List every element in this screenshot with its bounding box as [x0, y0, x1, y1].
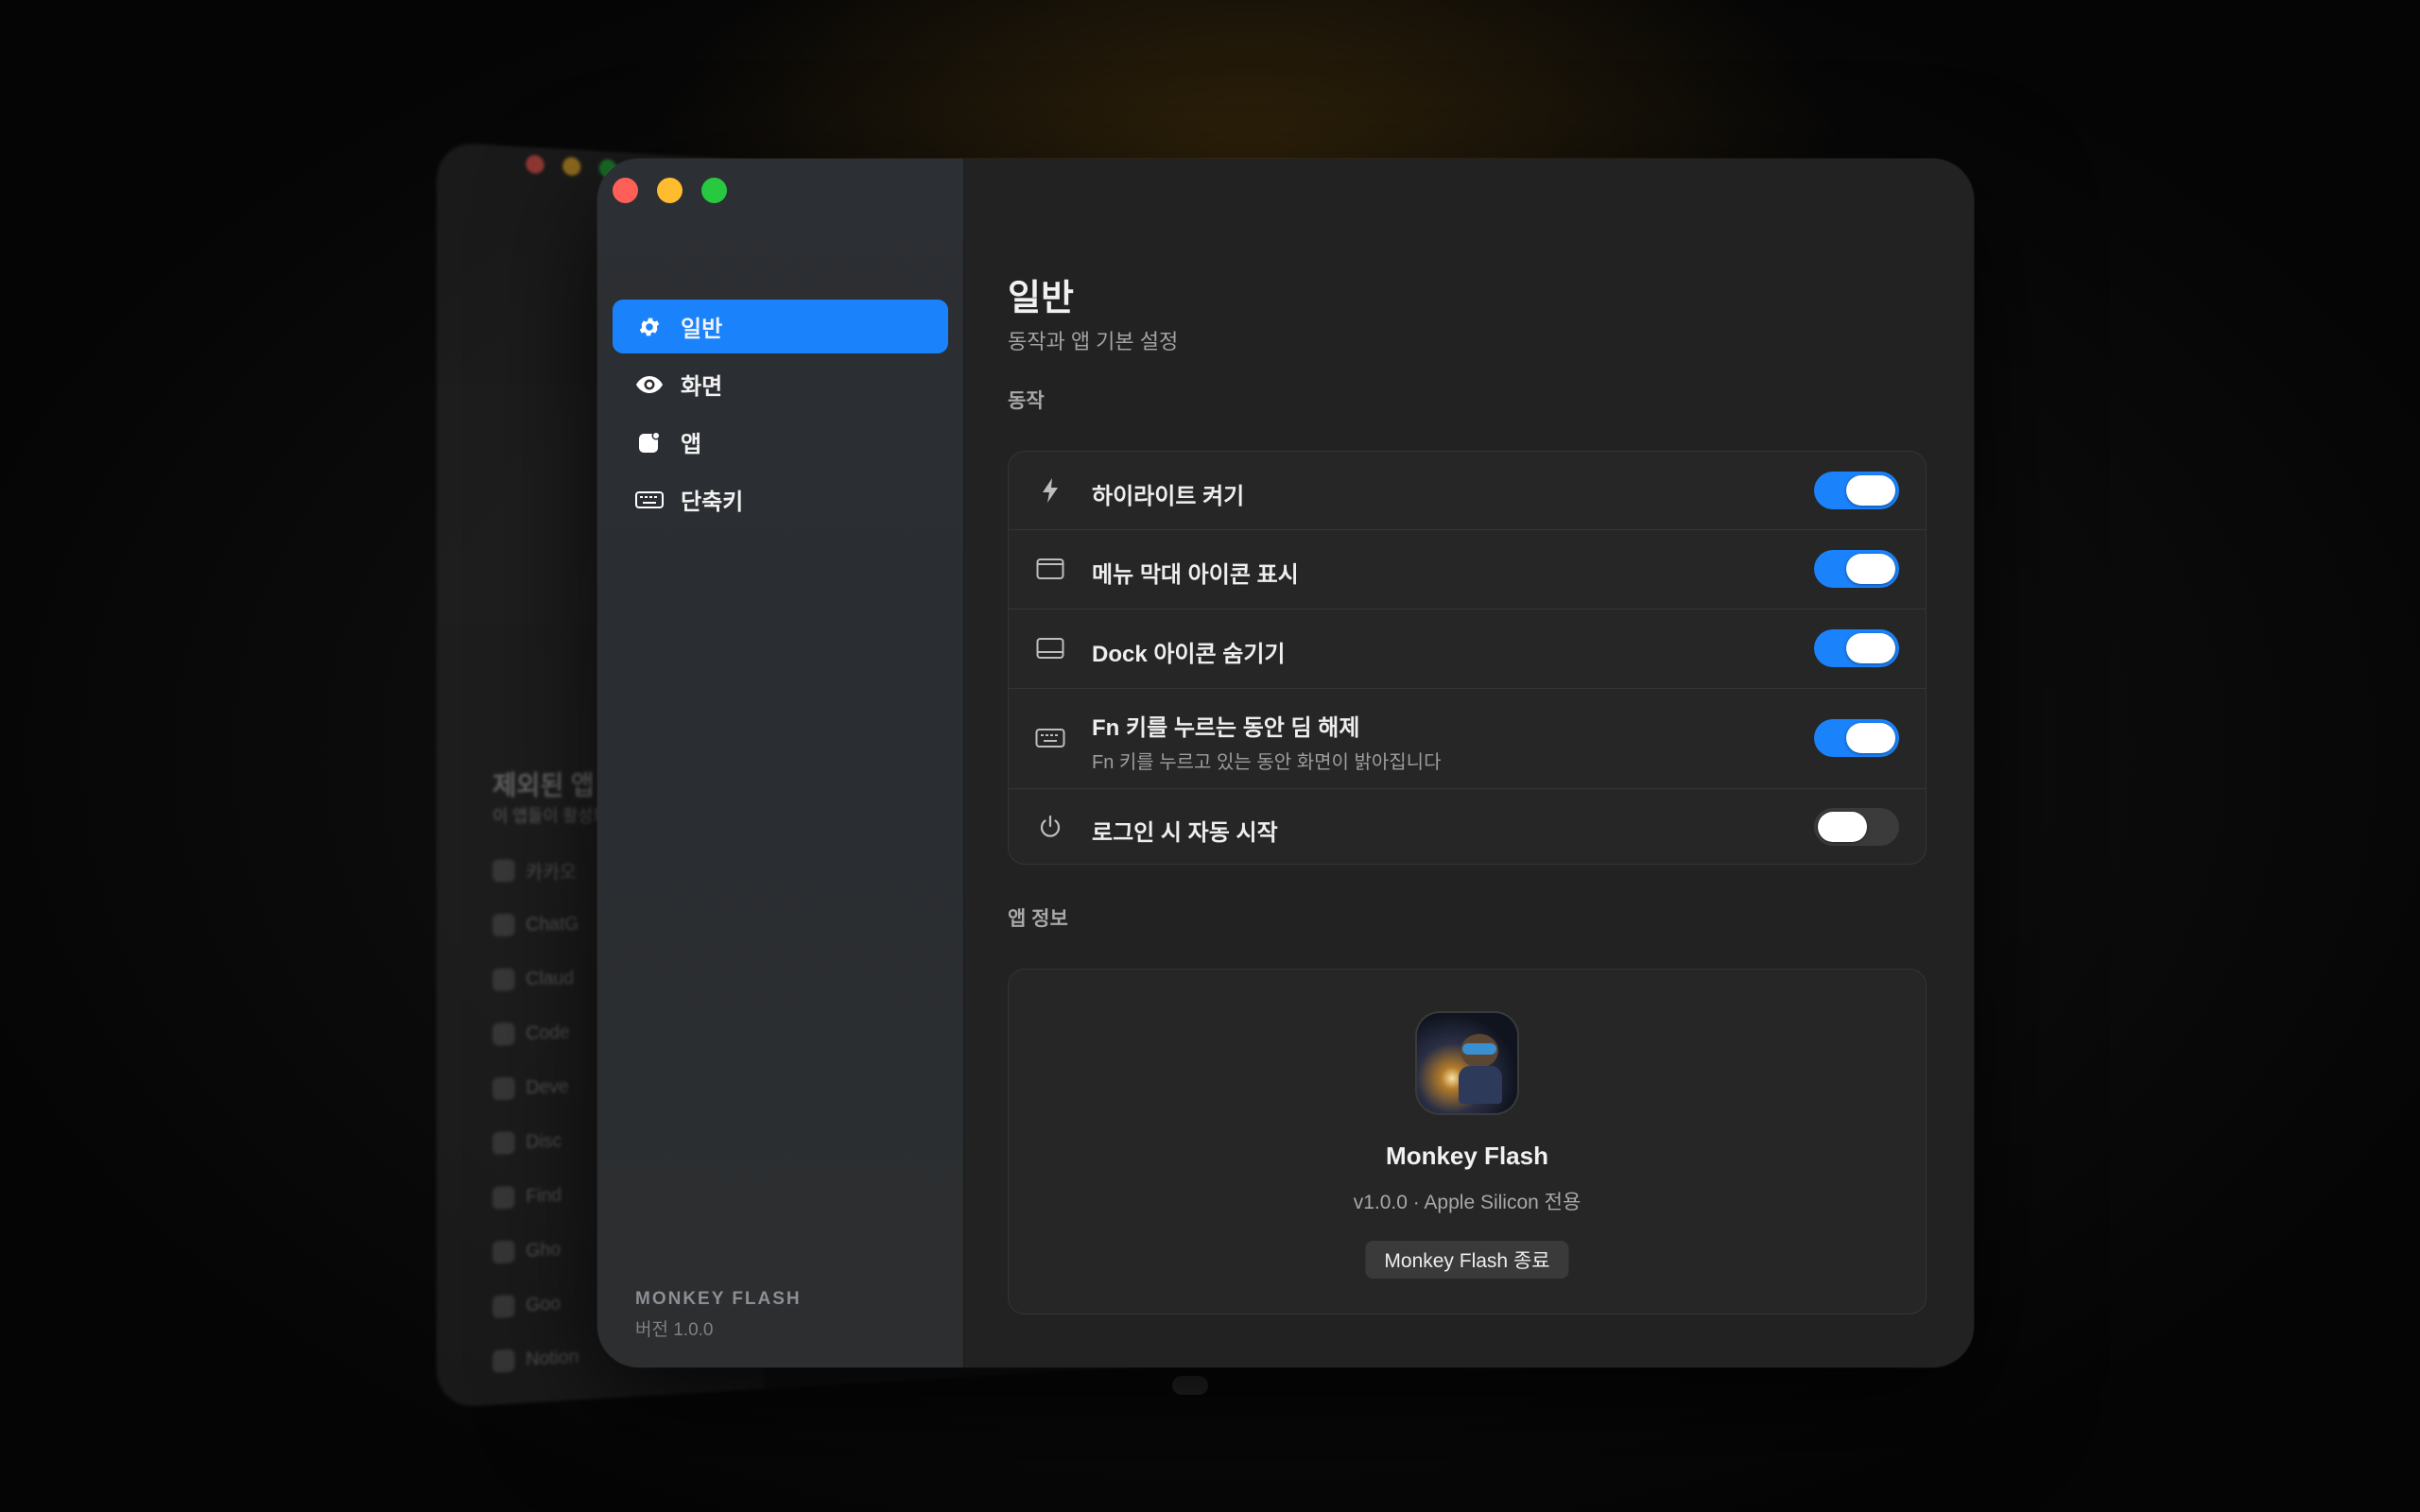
- sidebar-item-label: 화면: [681, 374, 723, 400]
- sidebar: 일반 화면 앱 단축키 MONKEY FLASH 버전 1.0.0: [597, 159, 964, 1367]
- setting-row-launch-at-login: 로그인 시 자동 시작: [1009, 788, 1926, 866]
- setting-row-fn-undim: Fn 키를 누르는 동안 딤 해제 Fn 키를 누르고 있는 동안 화면이 밝아…: [1009, 688, 1926, 789]
- app-info-card: Monkey Flash v1.0.0 · Apple Silicon 전용 M…: [1008, 969, 1927, 1314]
- app-version: v1.0.0 · Apple Silicon 전용: [1353, 1192, 1582, 1213]
- version-label: 버전 1.0.0: [635, 1320, 714, 1340]
- page-subtitle: 동작과 앱 기본 설정: [1008, 330, 1179, 353]
- keyboard-icon: [1035, 723, 1065, 753]
- brand-label: MONKEY FLASH: [635, 1289, 802, 1309]
- highlight-toggle[interactable]: [1814, 472, 1899, 509]
- sidebar-footer: MONKEY FLASH 버전 1.0.0: [635, 1289, 802, 1341]
- eye-icon: [635, 370, 664, 399]
- setting-label: Dock 아이콘 숨기기: [1092, 642, 1286, 667]
- monkey-flash-app-icon: [1417, 1013, 1517, 1113]
- close-button[interactable]: [613, 178, 638, 203]
- setting-row-menubar-icon: 메뉴 막대 아이콘 표시: [1009, 529, 1926, 610]
- sidebar-item-display[interactable]: 화면: [613, 357, 948, 411]
- main-content: 일반 동작과 앱 기본 설정 동작 하이라이트 켜기 메뉴 막대 아이콘 표시: [964, 159, 1974, 1367]
- behavior-settings-card: 하이라이트 켜기 메뉴 막대 아이콘 표시 Dock 아이콘 숨기기 Fn 키를…: [1008, 451, 1927, 865]
- dock-indicator: [1172, 1376, 1208, 1395]
- setting-label: Fn 키를 누르는 동안 딤 해제: [1092, 715, 1360, 741]
- setting-row-highlight: 하이라이트 켜기: [1009, 452, 1926, 530]
- sidebar-item-general[interactable]: 일반: [613, 300, 948, 353]
- background-app-row: Claud: [493, 967, 602, 991]
- sidebar-nav: 일반 화면 앱 단축키: [613, 300, 948, 530]
- setting-description: Fn 키를 누르고 있는 동안 화면이 밝아집니다: [1092, 752, 1442, 773]
- setting-label: 로그인 시 자동 시작: [1092, 820, 1278, 846]
- background-app-row: 카카오: [493, 859, 602, 884]
- minimize-button[interactable]: [657, 178, 683, 203]
- bolt-icon: [1035, 475, 1065, 506]
- page-title: 일반: [1008, 279, 1074, 318]
- section-label-behavior: 동작: [1008, 390, 1045, 412]
- background-app-row: Deve: [493, 1074, 602, 1101]
- quit-button[interactable]: Monkey Flash 종료: [1365, 1241, 1569, 1279]
- app-name: Monkey Flash: [1386, 1142, 1548, 1170]
- background-app-row: Disc: [493, 1128, 602, 1155]
- app-icon: [635, 428, 664, 456]
- background-app-row: Code: [493, 1021, 602, 1046]
- setting-label: 메뉴 막대 아이콘 표시: [1092, 562, 1299, 588]
- background-min-dot: [562, 156, 581, 177]
- background-app-row: ChatG: [493, 913, 602, 937]
- settings-window: 일반 화면 앱 단축키 MONKEY FLASH 버전 1.0.0 일반 동작과…: [597, 159, 1974, 1367]
- setting-label: 하이라이트 켜기: [1092, 484, 1245, 509]
- background-app-row: Find: [493, 1182, 602, 1210]
- menubar-icon: [1035, 554, 1065, 584]
- gear-icon: [635, 313, 664, 341]
- sidebar-item-label: 단축키: [681, 490, 744, 515]
- zoom-button[interactable]: [701, 178, 727, 203]
- sidebar-item-label: 앱: [681, 432, 702, 457]
- power-icon: [1035, 812, 1065, 842]
- section-label-app-info: 앱 정보: [1008, 908, 1068, 930]
- fn-undim-toggle[interactable]: [1814, 719, 1899, 757]
- traffic-lights: [613, 178, 727, 203]
- setting-row-dock-icon: Dock 아이콘 숨기기: [1009, 609, 1926, 689]
- sidebar-item-apps[interactable]: 앱: [613, 415, 948, 469]
- menubar-icon-toggle[interactable]: [1814, 550, 1899, 588]
- sidebar-item-label: 일반: [681, 317, 723, 342]
- launch-at-login-toggle[interactable]: [1814, 808, 1899, 846]
- sidebar-item-shortcuts[interactable]: 단축키: [613, 472, 948, 526]
- dock-icon: [1035, 633, 1065, 663]
- background-section-title: 제외된 앱: [493, 771, 595, 800]
- dock-icon-toggle[interactable]: [1814, 629, 1899, 667]
- keyboard-icon: [635, 486, 664, 514]
- background-close-dot: [526, 154, 544, 175]
